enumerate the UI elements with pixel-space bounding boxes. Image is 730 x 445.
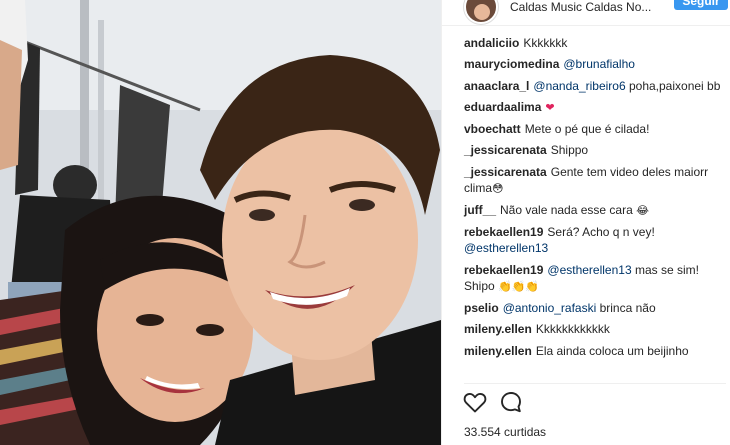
comment-text: Kkkkkkk — [523, 36, 568, 50]
emoji-icon: 😳 — [492, 181, 504, 195]
follow-button[interactable]: Seguir — [674, 0, 728, 10]
heart-emoji-icon: ❤ — [545, 100, 555, 114]
comment-username[interactable]: pselio — [464, 301, 499, 315]
comment-text: Ela ainda coloca um beijinho — [535, 343, 689, 358]
comment-username[interactable]: rebekaellen19 — [464, 263, 543, 277]
comment-item: eduardaalima ❤ — [464, 99, 726, 116]
comment-username[interactable]: mauryciomedina — [464, 57, 559, 71]
comment-username[interactable]: rebekaellen19 — [464, 225, 543, 239]
comment-text: Será? Acho q n vey! — [547, 225, 655, 240]
comment-text: poha,paixonei bb — [625, 78, 721, 93]
likes-count[interactable]: 33.554 curtidas — [464, 425, 546, 439]
comment-item: vboechatt Mete o pé que é cilada! — [464, 121, 726, 137]
emoji-icon: 😂 — [636, 204, 649, 218]
comment-text: Kkkkkkkkkkkk — [535, 322, 610, 337]
comment-username[interactable]: _jessicarenata — [464, 165, 547, 179]
post-side-panel: Caldas Music Caldas No... Seguir andalic… — [441, 0, 730, 445]
comment-text: Não vale nada esse cara — [500, 203, 637, 218]
comment-mention-link[interactable]: @estherellen13 — [547, 263, 631, 277]
comment-username[interactable]: juff__ — [464, 203, 496, 217]
comment-item: mauryciomedina @brunafialho — [464, 56, 726, 72]
comment-item: anaaclara_l @nanda_ribeiro6 poha,paixonei… — [464, 78, 726, 94]
comment-item: rebekaellen19 @estherellen13 mas se sim! … — [464, 262, 726, 295]
comment-text: Mete o pé que é cilada! — [524, 122, 650, 137]
comment-username[interactable]: eduardaalima — [464, 100, 541, 114]
comment-username[interactable]: andaliciio — [464, 36, 519, 50]
comment-username[interactable]: anaaclara_l — [464, 79, 529, 93]
comment-item: andaliciio Kkkkkkk — [464, 35, 726, 51]
selfie-photo-illustration — [0, 0, 441, 445]
comment-mention-link[interactable]: @antonio_rafaski — [503, 301, 597, 315]
comment-mention-link[interactable]: @estherellen13 — [464, 241, 548, 255]
comment-username[interactable]: _jessicarenata — [464, 143, 547, 157]
comment-item: juff__ Não vale nada esse cara 😂 — [464, 202, 726, 219]
post-photo[interactable] — [0, 0, 441, 445]
comment-text: brinca não — [596, 300, 656, 315]
comment-list: andaliciio Kkkkkkk mauryciomedina @brunafia… — [464, 35, 726, 364]
post-header: Caldas Music Caldas No... Seguir — [442, 0, 730, 26]
comment-mention-link[interactable]: @nanda_ribeiro6 — [533, 79, 625, 93]
comment-username[interactable]: mileny.ellen — [464, 344, 532, 358]
comment-username[interactable]: vboechatt — [464, 122, 521, 136]
comment-mention-link[interactable]: @brunafialho — [563, 57, 635, 71]
avatar[interactable] — [464, 0, 498, 24]
comment-item: rebekaellen19 Será? Acho q n vey! @esther… — [464, 224, 726, 256]
comment-username[interactable]: mileny.ellen — [464, 322, 532, 336]
comment-item: mileny.ellen Kkkkkkkkkkkk — [464, 321, 726, 337]
location-link[interactable]: Caldas Music Caldas No... — [510, 0, 660, 14]
comment-item: mileny.ellen Ela ainda coloca um beijinho — [464, 343, 726, 359]
comment-text: Shippo — [550, 143, 589, 158]
speech-bubble-icon[interactable] — [500, 391, 522, 413]
comment-item: _jessicarenata Gente tem video deles maio… — [464, 164, 726, 197]
comment-item: pselio @antonio_rafaski brinca não — [464, 300, 726, 316]
divider — [464, 383, 726, 384]
comment-item: _jessicarenata Shippo — [464, 142, 726, 158]
heart-outline-icon[interactable] — [463, 391, 487, 413]
emoji-icon: 👏👏👏 — [498, 279, 540, 293]
